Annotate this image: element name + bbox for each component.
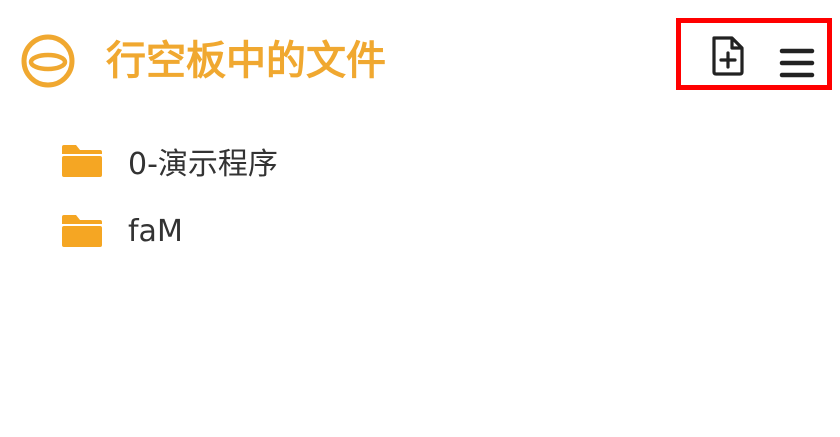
- list-item[interactable]: 0-演示程序: [60, 133, 560, 189]
- list-item[interactable]: faM: [60, 203, 560, 259]
- app-header: 行空板中的文件: [0, 0, 840, 120]
- hamburger-menu-icon: [779, 48, 815, 78]
- folder-icon: [62, 145, 102, 177]
- ring-logo-icon: [21, 34, 75, 88]
- list-item-label: 0-演示程序: [128, 147, 278, 182]
- folder-icon: [62, 215, 102, 247]
- menu-button[interactable]: [775, 40, 819, 84]
- page-title: 行空板中的文件: [106, 38, 386, 84]
- list-item-label: faM: [128, 213, 183, 249]
- file-plus-icon: [712, 36, 744, 76]
- new-file-button[interactable]: [706, 34, 750, 78]
